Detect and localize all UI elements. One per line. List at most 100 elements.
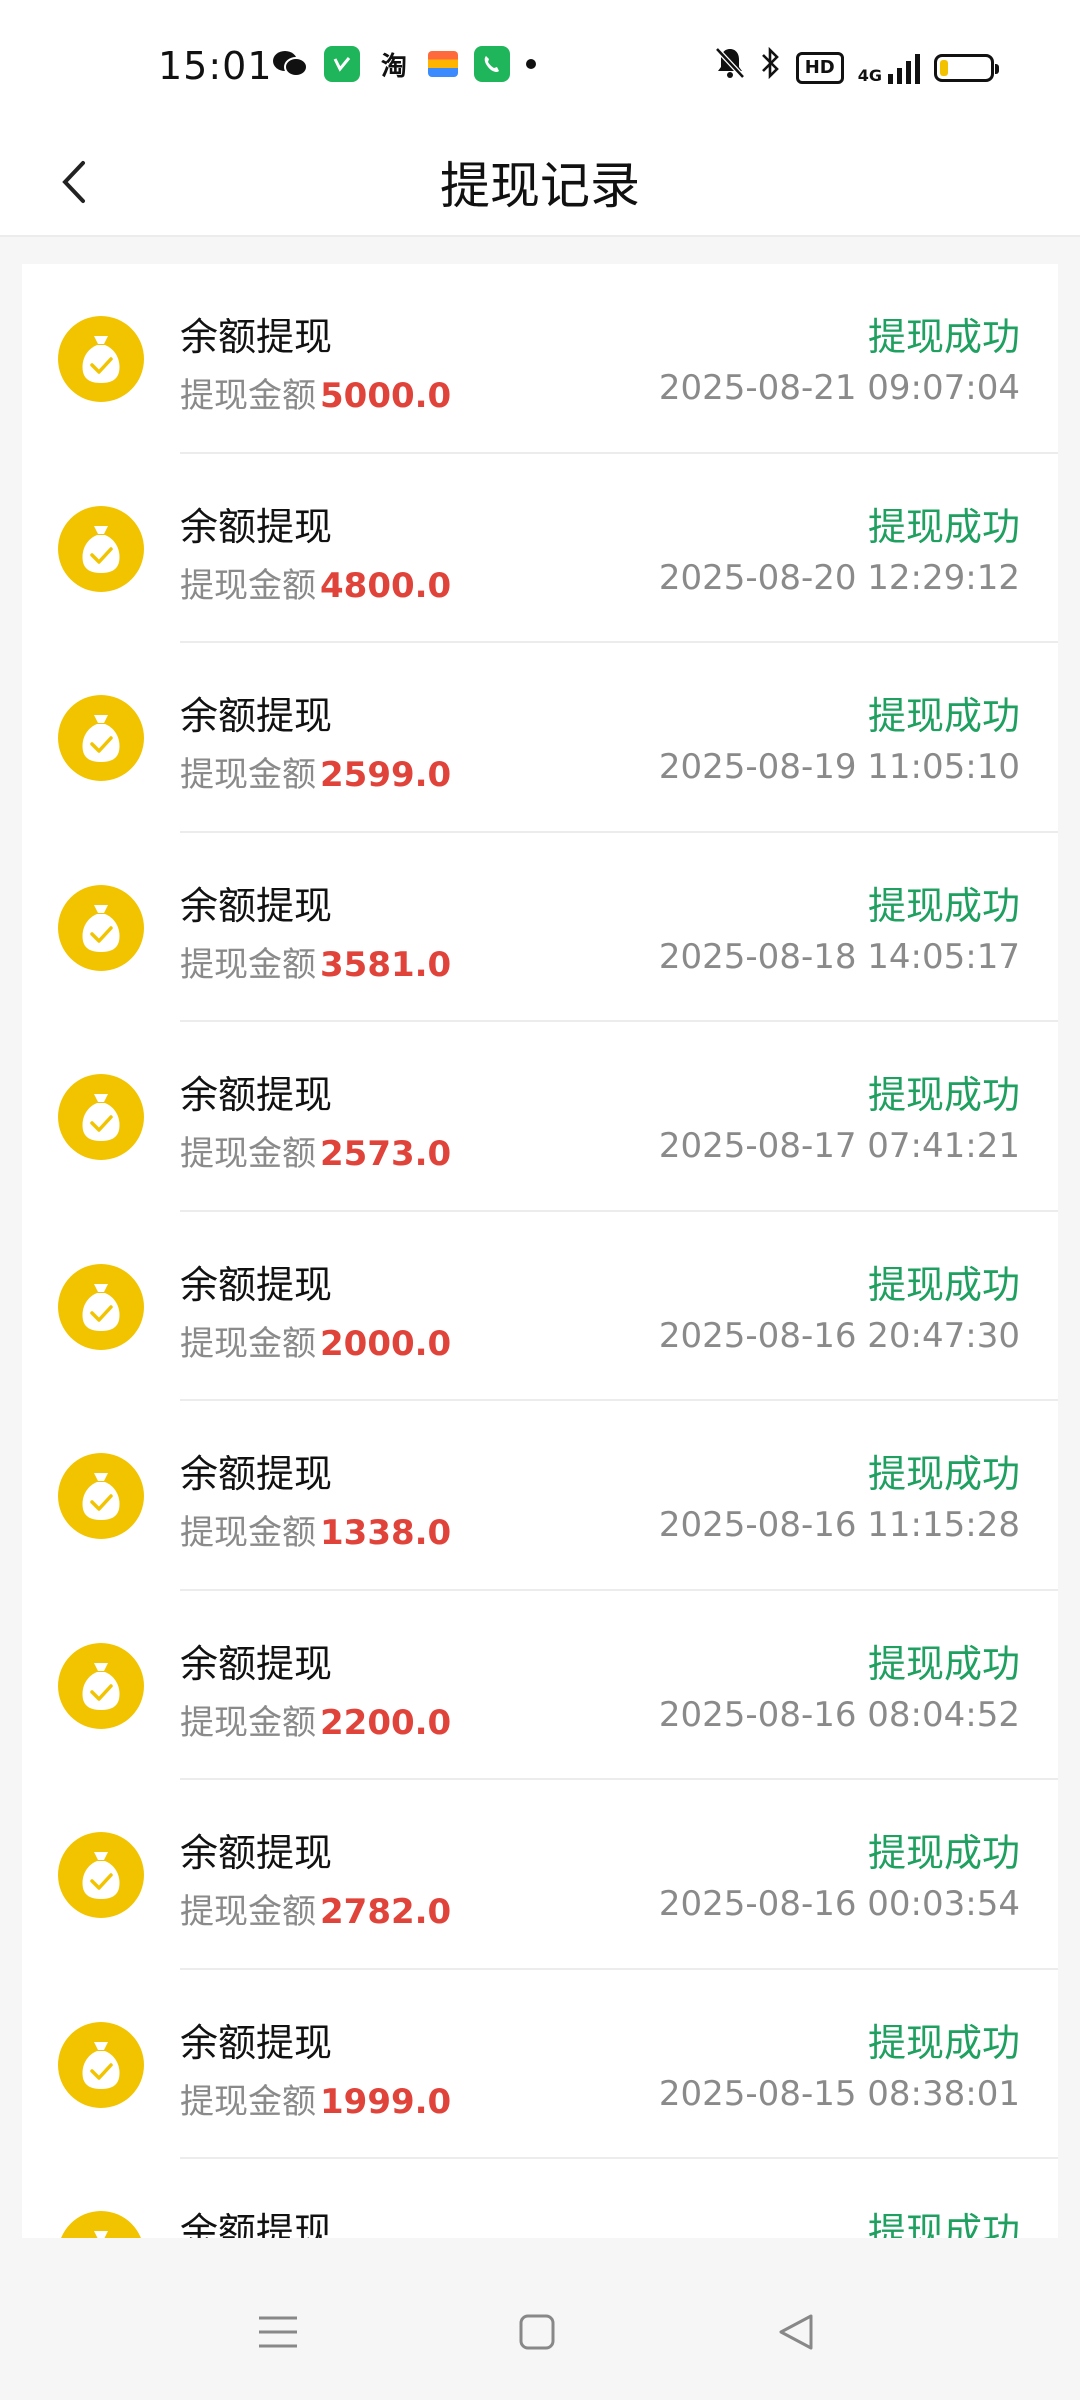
record-amount-label: 提现金额 bbox=[180, 1513, 316, 1553]
nav-back-button[interactable] bbox=[756, 2292, 836, 2372]
record-status: 提现成功 bbox=[867, 504, 1020, 549]
system-icons: HD 4G bbox=[714, 46, 999, 89]
record-amount-label: 提现金额 bbox=[180, 944, 316, 985]
record-row[interactable]: 余额提现 提现成功 提现金额 3581.0 2025-08-18 14:05:17 bbox=[22, 833, 1058, 1022]
record-amount-line: 提现金额 3581.0 bbox=[180, 937, 451, 986]
record-row[interactable]: 余额提现 提现成功 提现金额 1338.0 2025-08-16 11:15:28 bbox=[22, 1401, 1058, 1591]
record-amount: 2599.0 bbox=[320, 755, 452, 795]
record-amount: 1999.0 bbox=[320, 2081, 452, 2122]
record-amount: 2782.0 bbox=[320, 1892, 452, 1932]
record-title: 余额提现 bbox=[180, 1831, 333, 1875]
record-time: 2025-08-17 07:41:21 bbox=[658, 1126, 1020, 1166]
record-time: 2025-08-15 08:38:01 bbox=[658, 2073, 1020, 2114]
record-row[interactable]: 余额提现 提现成功 提现金额 1999.0 2025-08-15 08:38:01 bbox=[22, 1970, 1058, 2159]
money-bag-icon bbox=[58, 695, 144, 781]
record-amount: 2000.0 bbox=[320, 1323, 452, 1364]
money-bag-icon bbox=[58, 884, 144, 971]
record-time: 2025-08-16 20:47:30 bbox=[658, 1315, 1020, 1356]
record-title: 余额提现 bbox=[180, 1641, 333, 1686]
system-navigation-bar bbox=[0, 2262, 1080, 2400]
more-notifications-dot bbox=[526, 59, 536, 69]
record-row[interactable]: 余额提现 提现成功 提现金额 5000.0 2025-08-21 09:07:04 bbox=[22, 264, 1058, 454]
record-amount-line: 提现金额 2200.0 bbox=[180, 1695, 451, 1744]
record-title: 余额提现 bbox=[180, 694, 333, 738]
record-title: 余额提现 bbox=[180, 883, 333, 928]
record-row[interactable]: 余额提现 提现成功 提现金额 2000.0 2025-08-16 20:47:30 bbox=[22, 1212, 1058, 1401]
record-status: 提现成功 bbox=[867, 2210, 1020, 2238]
record-amount-label: 提现金额 bbox=[180, 2081, 316, 2122]
money-bag-icon bbox=[58, 1642, 144, 1729]
record-status: 提现成功 bbox=[867, 2020, 1020, 2065]
record-status: 提现成功 bbox=[867, 1452, 1020, 1496]
bluetooth-icon bbox=[760, 46, 782, 89]
menu-icon bbox=[259, 2316, 297, 2348]
record-row[interactable]: 余额提现 提现成功 提现金额 2782.0 2025-08-16 00:03:54 bbox=[22, 1780, 1058, 1970]
record-time: 2025-08-20 12:29:12 bbox=[658, 557, 1020, 598]
record-amount: 2200.0 bbox=[320, 1702, 452, 1743]
money-bag-icon bbox=[58, 1832, 144, 1918]
money-bag-icon bbox=[58, 316, 144, 402]
mute-bell-icon bbox=[714, 46, 746, 89]
record-amount-line: 提现金额 2599.0 bbox=[180, 747, 451, 796]
record-title: 余额提现 bbox=[180, 2210, 333, 2238]
record-status: 提现成功 bbox=[867, 694, 1020, 738]
withdrawal-record-list[interactable]: 余额提现 提现成功 提现金额 5000.0 2025-08-21 09:07:04… bbox=[22, 264, 1058, 2238]
record-title: 余额提现 bbox=[180, 1452, 333, 1496]
menu-button[interactable] bbox=[238, 2292, 318, 2372]
record-time: 2025-08-19 11:05:10 bbox=[658, 747, 1020, 787]
money-bag-icon bbox=[58, 1263, 144, 1350]
record-title: 余额提现 bbox=[180, 504, 333, 549]
phone-icon bbox=[474, 46, 510, 82]
record-amount: 4800.0 bbox=[320, 565, 452, 606]
money-bag-icon bbox=[58, 1453, 144, 1539]
money-bag-icon bbox=[58, 2021, 144, 2108]
record-time: 2025-08-16 11:15:28 bbox=[658, 1505, 1020, 1545]
record-title: 余额提现 bbox=[180, 1073, 333, 1117]
record-status: 提现成功 bbox=[867, 883, 1020, 928]
record-amount: 2573.0 bbox=[320, 1134, 452, 1174]
record-row[interactable]: 余额提现 提现成功 提现金额 4800.0 2025-08-20 12:29:12 bbox=[22, 454, 1058, 643]
record-amount-label: 提现金额 bbox=[180, 565, 316, 606]
record-amount: 1338.0 bbox=[320, 1513, 452, 1553]
money-bag-icon bbox=[58, 2211, 144, 2238]
record-status: 提现成功 bbox=[867, 315, 1020, 359]
record-amount-line: 提现金额 4800.0 bbox=[180, 558, 451, 607]
record-amount-label: 提现金额 bbox=[180, 1134, 316, 1174]
record-amount-line: 提现金额 2782.0 bbox=[180, 1884, 451, 1933]
record-amount-line: 提现金额 2000.0 bbox=[180, 1316, 451, 1365]
record-title: 余额提现 bbox=[180, 1262, 333, 1307]
green-app-icon bbox=[324, 46, 360, 82]
home-button[interactable] bbox=[497, 2292, 577, 2372]
taobao-icon: 淘 bbox=[380, 51, 407, 82]
signal-icon: 4G bbox=[858, 52, 920, 84]
network-type: 4G bbox=[857, 65, 882, 85]
record-status: 提现成功 bbox=[867, 1073, 1020, 1117]
record-status: 提现成功 bbox=[867, 1641, 1020, 1686]
record-amount-line: 提现金额 1338.0 bbox=[180, 1505, 451, 1554]
record-title: 余额提现 bbox=[180, 2020, 333, 2065]
status-time: 15:01 bbox=[158, 44, 273, 88]
record-row[interactable]: 余额提现 提现成功 提现金额 2599.0 2025-08-19 11:05:10 bbox=[22, 643, 1058, 833]
money-bag-icon bbox=[58, 505, 144, 592]
record-row[interactable]: 余额提现 提现成功 提现金额 2200.0 2025-08-16 08:04:52 bbox=[22, 1591, 1058, 1780]
record-amount-label: 提现金额 bbox=[180, 1323, 316, 1364]
record-time: 2025-08-21 09:07:04 bbox=[658, 368, 1020, 408]
record-row[interactable]: 余额提现 提现成功 bbox=[22, 2159, 1058, 2238]
record-time: 2025-08-16 00:03:54 bbox=[658, 1884, 1020, 1924]
record-amount: 5000.0 bbox=[320, 376, 452, 416]
record-time: 2025-08-18 14:05:17 bbox=[658, 936, 1020, 977]
home-icon bbox=[519, 2314, 555, 2350]
app-header: 提现记录 bbox=[0, 130, 1080, 237]
record-time: 2025-08-16 08:04:52 bbox=[658, 1694, 1020, 1735]
record-row[interactable]: 余额提现 提现成功 提现金额 2573.0 2025-08-17 07:41:21 bbox=[22, 1022, 1058, 1212]
record-amount-line: 提现金额 1999.0 bbox=[180, 2074, 451, 2123]
wallet-icon bbox=[428, 51, 458, 77]
record-amount-label: 提现金额 bbox=[180, 376, 316, 416]
record-amount-label: 提现金额 bbox=[180, 755, 316, 795]
notification-icons: 淘 bbox=[272, 46, 536, 82]
battery-icon bbox=[934, 53, 999, 82]
battery-level bbox=[940, 59, 948, 76]
page-title: 提现记录 bbox=[440, 157, 640, 215]
record-amount-line: 提现金额 5000.0 bbox=[180, 368, 451, 417]
money-bag-icon bbox=[58, 1074, 144, 1160]
